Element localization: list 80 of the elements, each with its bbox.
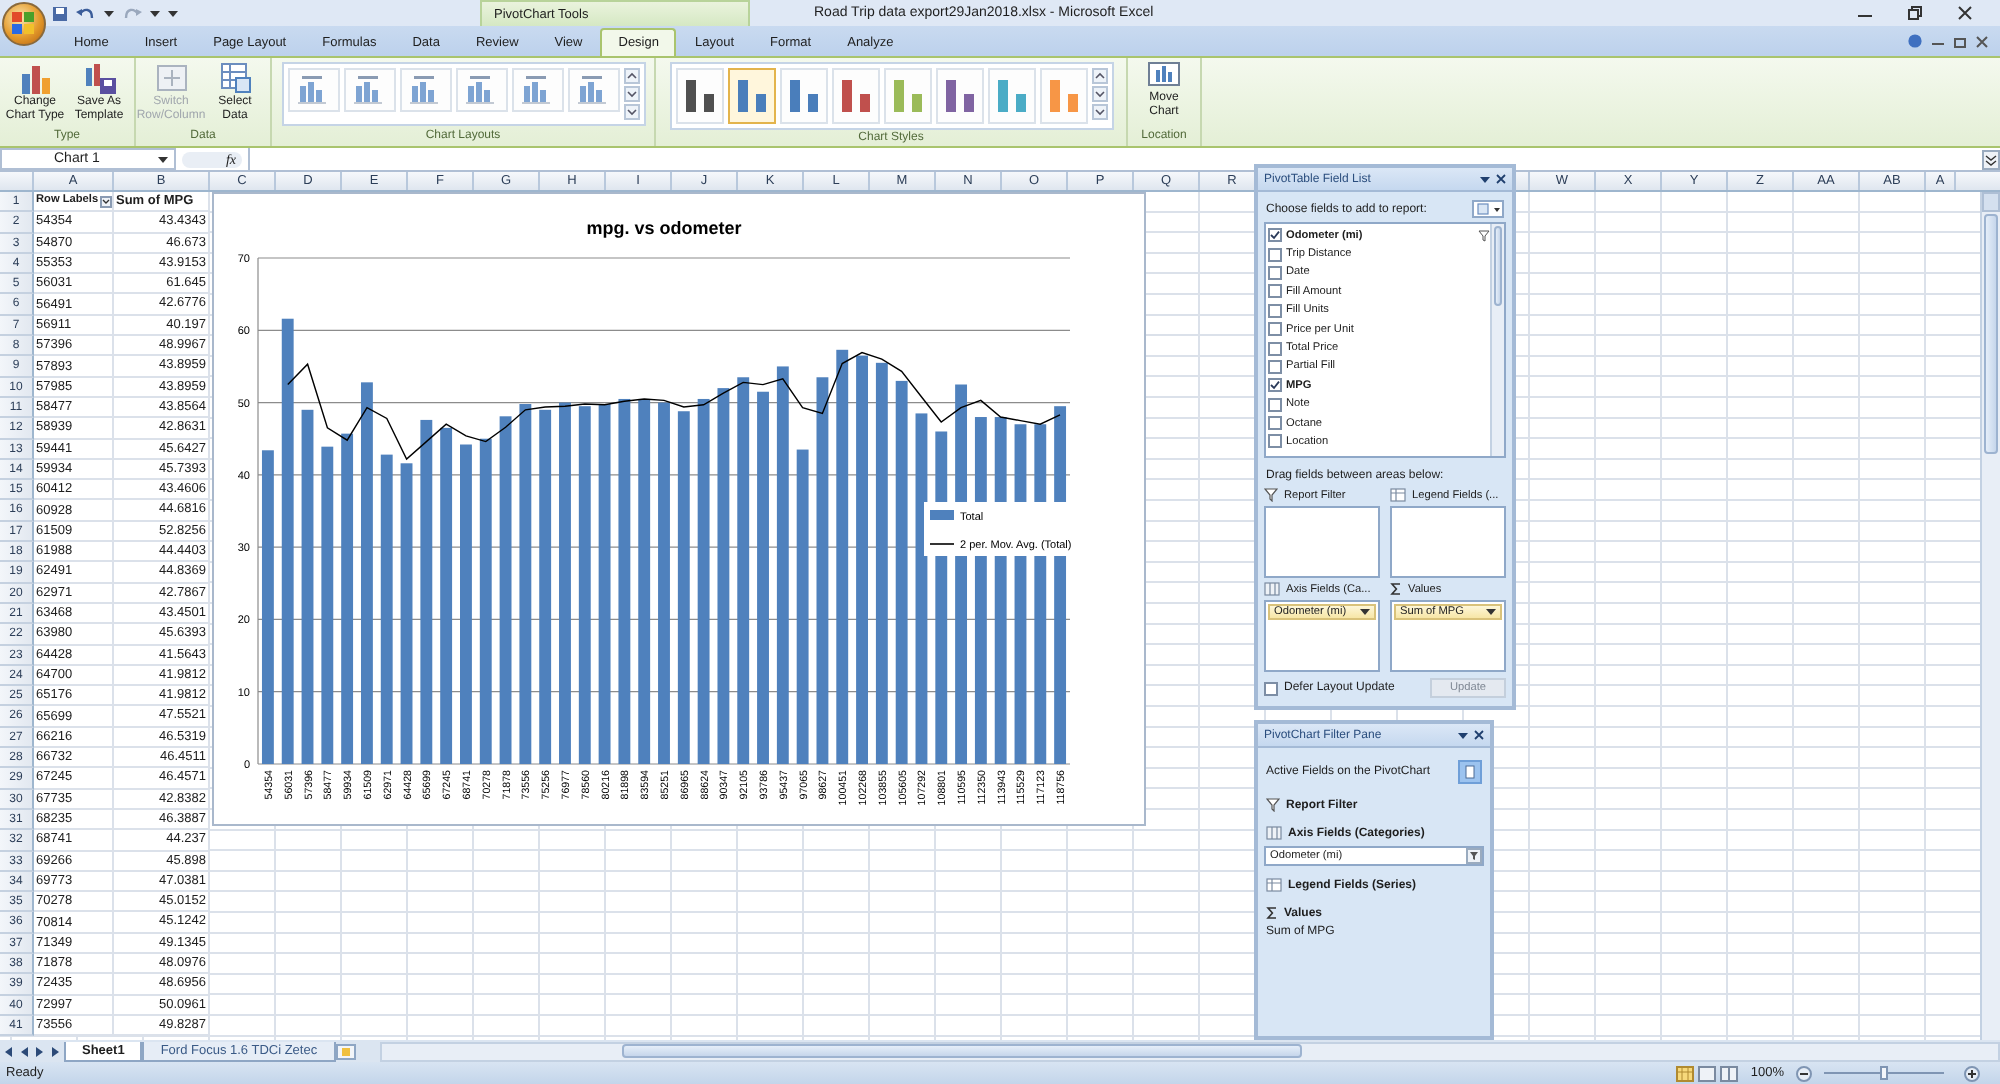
legend-line: [929, 543, 955, 545]
field-list-icon[interactable]: [1458, 760, 1482, 784]
drop-area: [1390, 506, 1506, 578]
checkbox[interactable]: [1268, 284, 1282, 299]
slider-thumb[interactable]: [1880, 1066, 1888, 1080]
expand-icon[interactable]: [1982, 149, 2000, 169]
checkbox[interactable]: [1268, 434, 1282, 449]
checkbox[interactable]: [1264, 681, 1278, 695]
checkbox[interactable]: [1268, 265, 1282, 280]
page-layout-icon[interactable]: [1698, 1065, 1717, 1081]
checkbox[interactable]: [1268, 303, 1282, 318]
close-icon[interactable]: [1958, 6, 1972, 20]
bar-chart-icon: [19, 62, 51, 94]
help-icon[interactable]: [1908, 34, 1922, 48]
caret-icon[interactable]: [1486, 608, 1496, 616]
checkmark-icon: [1270, 230, 1280, 241]
checkbox[interactable]: [1268, 359, 1282, 374]
page-break-icon[interactable]: [1720, 1065, 1739, 1081]
caret-icon[interactable]: [104, 9, 114, 17]
columns-icon: [1264, 582, 1280, 596]
sigma-icon: [1266, 906, 1278, 920]
chart-style-thumbnail[interactable]: [1039, 68, 1087, 124]
checkbox[interactable]: [1268, 247, 1282, 262]
scroll-down-icon[interactable]: [623, 86, 639, 102]
filter-dropdown-icon[interactable]: [100, 195, 113, 208]
undo-icon[interactable]: [76, 5, 96, 21]
checkbox[interactable]: [1268, 416, 1282, 431]
chart-layout-thumbnail[interactable]: [287, 68, 339, 112]
chart-style-thumbnail[interactable]: [727, 68, 775, 124]
table-swap-icon: [155, 62, 187, 94]
checkbox[interactable]: [1268, 397, 1282, 412]
chart-style-thumbnail[interactable]: [987, 68, 1035, 124]
more-icon[interactable]: [623, 104, 639, 120]
save-icon[interactable]: [52, 5, 68, 21]
more-icon[interactable]: [1091, 104, 1107, 120]
zoom-in-icon[interactable]: [1964, 1065, 1980, 1081]
vertical-scrollbar[interactable]: [1980, 192, 2000, 1040]
chart-style-thumbnail[interactable]: [935, 68, 983, 124]
horizontal-scrollbar[interactable]: [379, 1041, 2000, 1061]
layout-menu-icon[interactable]: [1472, 200, 1504, 218]
close-icon[interactable]: [1496, 174, 1506, 184]
chart-save-icon: [83, 62, 115, 94]
scroll-up-icon[interactable]: [623, 68, 639, 84]
restore-icon[interactable]: [1954, 35, 1966, 47]
chart-style-thumbnail[interactable]: [779, 68, 827, 124]
filter-icon[interactable]: [1466, 848, 1482, 864]
chart-move-icon: [1148, 62, 1180, 90]
chart-style-thumbnail[interactable]: [883, 68, 931, 124]
legend-swatch: [930, 510, 954, 520]
chart-style-thumbnail[interactable]: [675, 68, 723, 124]
chart-layout-thumbnail[interactable]: [399, 68, 451, 112]
drop-area: [1264, 506, 1380, 578]
chart-title: mpg. vs odometer: [586, 218, 742, 238]
columns-icon: [1266, 826, 1282, 840]
sigma-icon: [1390, 582, 1402, 596]
chart-layout-thumbnail[interactable]: [511, 68, 563, 112]
checkbox[interactable]: [1268, 378, 1282, 393]
chart-layout-thumbnail[interactable]: [455, 68, 507, 112]
table-icon: [1390, 488, 1406, 502]
filter-icon: [1266, 798, 1280, 812]
office-logo: [12, 12, 36, 36]
close-icon[interactable]: [1474, 730, 1484, 740]
checkbox[interactable]: [1268, 341, 1282, 356]
table-icon: [219, 62, 251, 94]
filter-icon: [1264, 488, 1278, 502]
scroll-down-icon[interactable]: [1091, 86, 1107, 102]
restore-icon[interactable]: [1908, 6, 1922, 20]
zoom-out-icon[interactable]: [1796, 1065, 1812, 1081]
close-icon[interactable]: [1976, 35, 1988, 47]
table-icon: [1266, 878, 1282, 892]
scroll-up-icon[interactable]: [1091, 68, 1107, 84]
checkmark-icon: [1270, 380, 1280, 391]
checkbox[interactable]: [1268, 322, 1282, 337]
caret-icon[interactable]: [1360, 608, 1370, 616]
chart-style-thumbnail[interactable]: [831, 68, 879, 124]
caret-icon[interactable]: [1458, 731, 1468, 739]
chart-layout-thumbnail[interactable]: [567, 68, 619, 112]
checkbox[interactable]: [1268, 228, 1282, 243]
caret-icon[interactable]: [158, 155, 168, 163]
chart-layout-thumbnail[interactable]: [343, 68, 395, 112]
